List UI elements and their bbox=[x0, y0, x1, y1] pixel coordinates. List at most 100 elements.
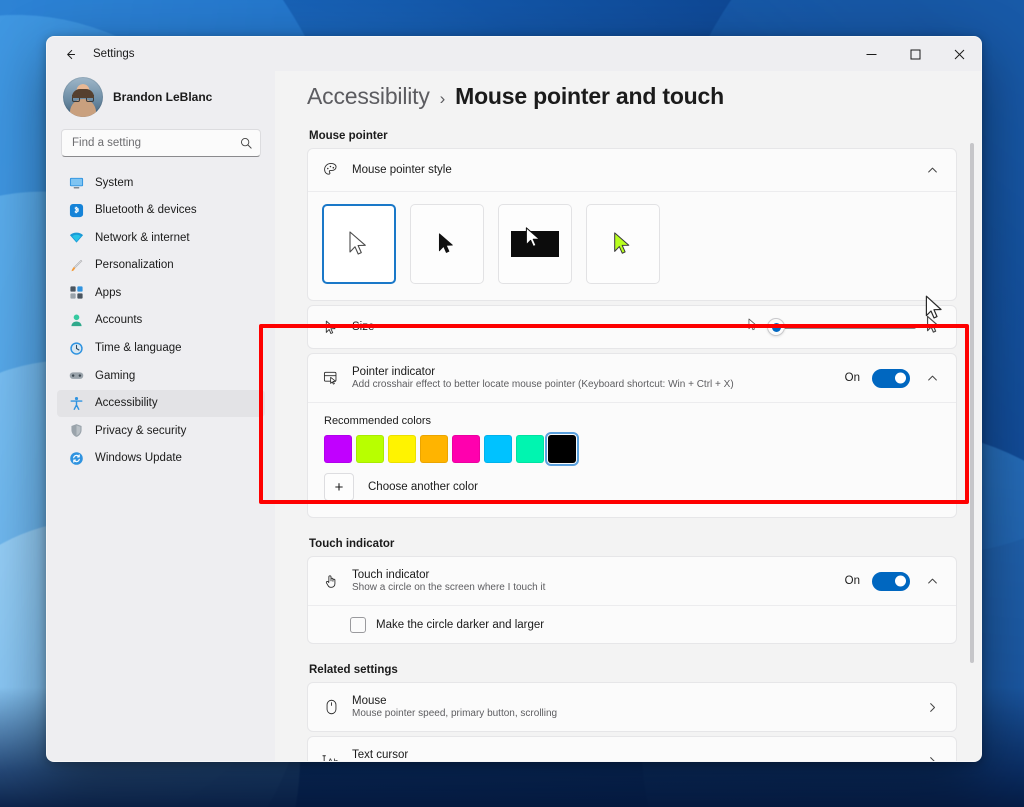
scrollbar-thumb[interactable] bbox=[970, 143, 974, 663]
pointer-indicator-toggle[interactable] bbox=[872, 369, 910, 388]
touch-indicator-text: Touch indicator Show a circle on the scr… bbox=[352, 569, 833, 593]
sidebar-item-label: Privacy & security bbox=[95, 425, 186, 437]
pointer-style-custom-color[interactable] bbox=[586, 204, 660, 284]
touch-indicator-row[interactable]: Touch indicator Show a circle on the scr… bbox=[308, 557, 956, 605]
pointer-indicator-icon bbox=[322, 370, 340, 386]
gamepad-icon bbox=[68, 368, 84, 384]
sidebar-item-system[interactable]: System bbox=[57, 169, 265, 196]
choose-another-color-row[interactable]: + Choose another color bbox=[324, 473, 942, 501]
pointer-size-control bbox=[747, 315, 942, 339]
row-description: Show a circle on the screen where I touc… bbox=[352, 582, 833, 593]
related-setting-text-cursor-row[interactable]: Ab Text cursor Text cursor indicator, th… bbox=[308, 737, 956, 761]
toggle-state-label: On bbox=[845, 575, 860, 587]
row-title: Text cursor bbox=[352, 749, 910, 761]
section-label-touch-indicator: Touch indicator bbox=[309, 538, 957, 550]
mouse-pointer-style-text: Mouse pointer style bbox=[352, 164, 910, 176]
pointer-size-slider[interactable] bbox=[768, 325, 916, 329]
sidebar-item-privacy-security[interactable]: Privacy & security bbox=[57, 417, 265, 444]
touch-circle-checkbox-label: Make the circle darker and larger bbox=[376, 619, 544, 631]
section-label-related-settings: Related settings bbox=[309, 664, 957, 676]
apps-icon bbox=[68, 285, 84, 301]
pointer-indicator-row[interactable]: Pointer indicator Add crosshair effect t… bbox=[308, 354, 956, 402]
touch-indicator-card: Touch indicator Show a circle on the scr… bbox=[307, 556, 957, 644]
color-swatch-black[interactable] bbox=[548, 435, 576, 463]
sidebar-nav: System Bluetooth & devices bbox=[57, 167, 265, 472]
plus-icon[interactable]: + bbox=[324, 473, 354, 501]
profile-section[interactable]: Brandon LeBlanc bbox=[57, 71, 265, 127]
maximize-button[interactable] bbox=[893, 37, 937, 71]
search-input[interactable] bbox=[72, 137, 234, 149]
paintbrush-icon bbox=[68, 257, 84, 273]
color-swatch-magenta[interactable] bbox=[324, 435, 352, 463]
row-description: Add crosshair effect to better locate mo… bbox=[352, 379, 833, 390]
wifi-icon bbox=[68, 230, 84, 246]
chevron-up-icon[interactable] bbox=[922, 160, 942, 180]
chevron-right-icon[interactable] bbox=[922, 751, 942, 761]
pointer-indicator-card: Pointer indicator Add crosshair effect t… bbox=[307, 353, 957, 518]
row-title: Mouse bbox=[352, 695, 910, 707]
pointer-style-white[interactable] bbox=[322, 204, 396, 284]
sidebar-item-label: Accounts bbox=[95, 314, 142, 326]
slider-thumb[interactable] bbox=[767, 318, 785, 336]
back-button[interactable] bbox=[55, 41, 85, 67]
related-setting-mouse-right bbox=[922, 697, 942, 717]
related-setting-mouse-row[interactable]: Mouse Mouse pointer speed, primary butto… bbox=[308, 683, 956, 731]
breadcrumb-parent[interactable]: Accessibility bbox=[307, 83, 430, 110]
sidebar-item-label: System bbox=[95, 177, 133, 189]
sidebar-item-personalization[interactable]: Personalization bbox=[57, 252, 265, 279]
pointer-size-text: Size bbox=[352, 321, 735, 333]
sidebar-item-windows-update[interactable]: Windows Update bbox=[57, 445, 265, 472]
related-setting-mouse-card[interactable]: Mouse Mouse pointer speed, primary butto… bbox=[307, 682, 957, 732]
color-swatch-spring-green[interactable] bbox=[516, 435, 544, 463]
sidebar-item-label: Windows Update bbox=[95, 452, 182, 464]
minimize-button[interactable] bbox=[849, 37, 893, 71]
related-setting-text-cursor-text: Text cursor Text cursor indicator, thick… bbox=[352, 749, 910, 761]
pointer-size-card: Size bbox=[307, 305, 957, 349]
pointer-size-row[interactable]: Size bbox=[308, 306, 956, 348]
sidebar-item-label: Gaming bbox=[95, 370, 135, 382]
touch-circle-checkbox-row[interactable]: Make the circle darker and larger bbox=[308, 605, 956, 643]
sidebar-item-network-internet[interactable]: Network & internet bbox=[57, 224, 265, 251]
svg-text:Ab: Ab bbox=[327, 757, 338, 761]
settings-scroll-area: Accessibility › Mouse pointer and touch … bbox=[307, 71, 981, 761]
text-cursor-icon: Ab bbox=[322, 754, 340, 762]
color-swatch-lime[interactable] bbox=[356, 435, 384, 463]
mouse-pointer-style-row[interactable]: Mouse pointer style bbox=[308, 149, 956, 191]
pointer-indicator-right: On bbox=[845, 368, 942, 388]
close-button[interactable] bbox=[937, 37, 981, 71]
pointer-style-inverted[interactable] bbox=[498, 204, 572, 284]
row-title: Touch indicator bbox=[352, 569, 833, 581]
color-swatch-pink[interactable] bbox=[452, 435, 480, 463]
touch-indicator-toggle[interactable] bbox=[872, 572, 910, 591]
color-swatch-orange[interactable] bbox=[420, 435, 448, 463]
sidebar-item-label: Bluetooth & devices bbox=[95, 204, 197, 216]
sidebar-item-label: Personalization bbox=[95, 259, 174, 271]
toggle-knob bbox=[895, 576, 906, 587]
chevron-up-icon[interactable] bbox=[922, 571, 942, 591]
sidebar-item-accounts[interactable]: Accounts bbox=[57, 307, 265, 334]
vertical-scrollbar[interactable] bbox=[970, 143, 974, 751]
row-description: Mouse pointer speed, primary button, scr… bbox=[352, 708, 910, 719]
related-setting-text-cursor-card[interactable]: Ab Text cursor Text cursor indicator, th… bbox=[307, 736, 957, 761]
recommended-colors-panel: Recommended colors + bbox=[308, 402, 956, 517]
color-swatch-cyan[interactable] bbox=[484, 435, 512, 463]
pointer-indicator-text: Pointer indicator Add crosshair effect t… bbox=[352, 366, 833, 390]
title-bar: Settings bbox=[47, 37, 981, 71]
touch-circle-checkbox[interactable] bbox=[350, 617, 366, 633]
row-title: Pointer indicator bbox=[352, 366, 833, 378]
page-title: Mouse pointer and touch bbox=[455, 83, 724, 110]
sidebar-item-gaming[interactable]: Gaming bbox=[57, 362, 265, 389]
pointer-style-black[interactable] bbox=[410, 204, 484, 284]
sidebar-item-accessibility[interactable]: Accessibility bbox=[57, 390, 265, 417]
large-cursor-icon bbox=[925, 315, 942, 339]
chevron-right-icon[interactable] bbox=[922, 697, 942, 717]
profile-name: Brandon LeBlanc bbox=[113, 90, 212, 104]
chevron-up-icon[interactable] bbox=[922, 368, 942, 388]
window-title: Settings bbox=[93, 48, 135, 60]
sidebar-item-apps[interactable]: Apps bbox=[57, 279, 265, 306]
color-swatch-row bbox=[324, 435, 942, 463]
color-swatch-yellow[interactable] bbox=[388, 435, 416, 463]
sidebar-item-bluetooth-devices[interactable]: Bluetooth & devices bbox=[57, 197, 265, 224]
sidebar-item-time-language[interactable]: Time & language bbox=[57, 334, 265, 361]
search-box[interactable] bbox=[61, 129, 261, 157]
